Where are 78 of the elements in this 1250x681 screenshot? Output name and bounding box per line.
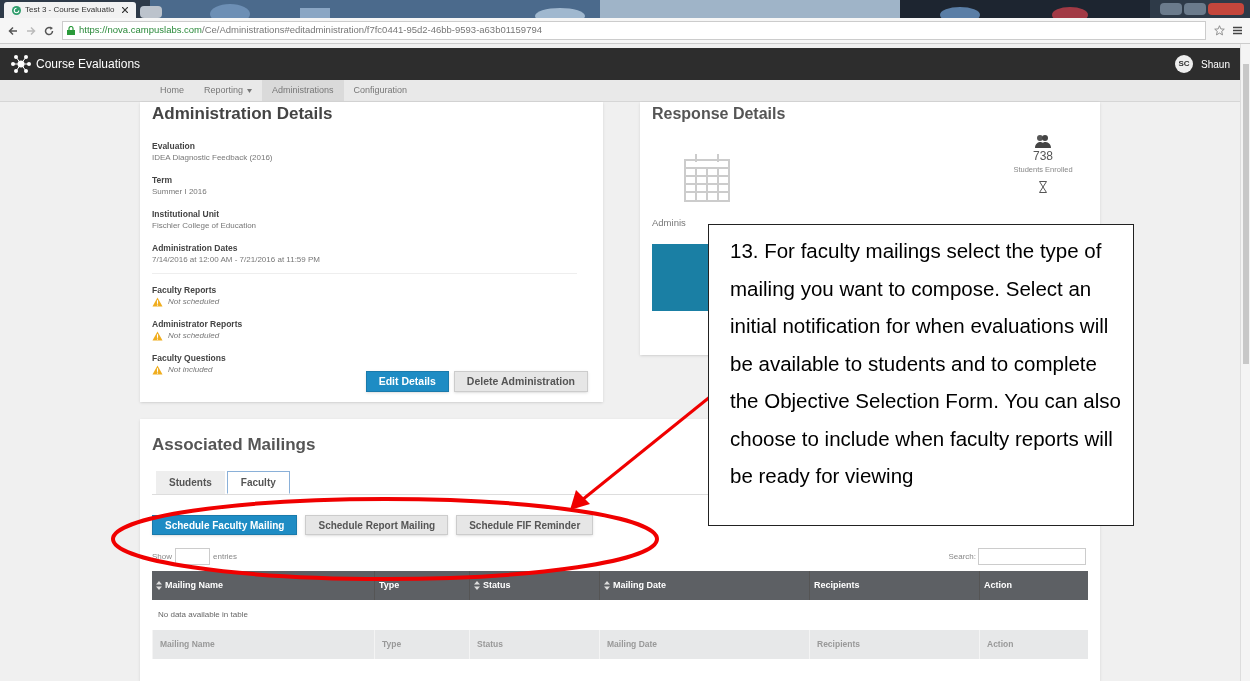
- field-label: Term: [152, 174, 174, 186]
- tab-title: Test 3 - Course Evaluatio: [25, 4, 115, 16]
- warning-icon: [152, 330, 163, 341]
- app-title[interactable]: Course Evaluations: [36, 55, 141, 73]
- field-label: Faculty Questions: [152, 352, 227, 364]
- enrolled-count: 738: [1033, 148, 1053, 164]
- status-value: Not included: [168, 364, 213, 375]
- reload-icon[interactable]: [44, 25, 54, 36]
- tab[interactable]: Students: [156, 471, 225, 494]
- footer-cell: Mailing Name: [152, 630, 374, 659]
- address-field[interactable]: https://nova.campuslabs.com/Ce/Administrations#editadministration/f7fc0441-95d2-46bb-9593-a63b01159794: [62, 21, 1206, 40]
- footer-cell: Recipients: [809, 630, 979, 659]
- nav-tab[interactable]: Home: [150, 80, 194, 101]
- date-label: Adminis: [652, 216, 686, 230]
- menu-icon[interactable]: [1233, 26, 1242, 35]
- action-button[interactable]: Edit Details: [365, 371, 449, 392]
- forward-icon[interactable]: [26, 25, 36, 36]
- star-icon[interactable]: [1214, 25, 1225, 36]
- action-button[interactable]: Schedule Report Mailing: [305, 515, 449, 535]
- entries-label: entries: [213, 550, 238, 563]
- empty-message: No data available in table: [158, 609, 248, 621]
- column-header[interactable]: Mailing Date: [599, 571, 809, 600]
- field-value: Fischler College of Education: [152, 220, 258, 231]
- field-label: Administration Dates: [152, 242, 239, 254]
- action-button[interactable]: Schedule Faculty Mailing: [152, 515, 298, 535]
- sort-icon: [156, 581, 162, 590]
- nav-tab[interactable]: Administrations: [262, 80, 344, 101]
- lock-icon: [67, 26, 75, 35]
- column-header[interactable]: Status: [469, 571, 599, 600]
- card-title: Response Details: [652, 104, 787, 124]
- entries-select[interactable]: [175, 548, 210, 565]
- action-button[interactable]: Schedule FIF Reminder: [456, 515, 594, 535]
- column-header[interactable]: Mailing Name: [152, 571, 374, 600]
- field-value: 7/14/2016 at 12:00 AM - 7/21/2016 at 11:59 PM: [152, 254, 321, 265]
- footer-cell: Mailing Date: [599, 630, 809, 659]
- warning-icon: [152, 296, 163, 307]
- action-button[interactable]: Delete Administration: [453, 371, 588, 392]
- users-icon: [1035, 134, 1051, 148]
- nav-tab[interactable]: Reporting: [194, 80, 263, 101]
- column-header[interactable]: Recipients: [809, 571, 979, 600]
- field-label: Faculty Reports: [152, 284, 218, 296]
- caret-icon: [247, 88, 253, 93]
- tab[interactable]: Faculty: [226, 471, 290, 494]
- avatar[interactable]: SC: [1175, 55, 1194, 73]
- nav-tab[interactable]: Configuration: [343, 80, 418, 101]
- field-value: IDEA Diagnostic Feedback (2016): [152, 152, 274, 163]
- footer-cell: Action: [979, 630, 1088, 659]
- hourglass-icon: [1039, 181, 1047, 194]
- field-label: Evaluation: [152, 140, 196, 152]
- callout-text: 13. For faculty mailings select the type of mailing you want to compose. Select an initial notification for when evaluations will be available to students and to complete the Objective Selection Form. You can also choose to include when faculty reports will be ready for viewing: [730, 238, 1121, 489]
- close-icon[interactable]: [122, 7, 128, 13]
- search-label: Search:: [948, 550, 976, 563]
- close-button[interactable]: [1208, 3, 1244, 15]
- field-label: Administrator Reports: [152, 318, 244, 330]
- back-icon[interactable]: [8, 25, 18, 36]
- refresh-icon: [12, 5, 21, 15]
- minimize-button[interactable]: [1160, 3, 1182, 15]
- status-value: Not scheduled: [168, 296, 220, 307]
- maximize-button[interactable]: [1184, 3, 1206, 15]
- sort-icon: [604, 581, 610, 590]
- warning-icon: [152, 364, 163, 375]
- calendar-icon: [684, 152, 730, 202]
- search-field[interactable]: [978, 548, 1086, 565]
- field-value: Summer I 2016: [152, 186, 208, 197]
- field-label: Institutional Unit: [152, 208, 221, 220]
- url-text: https://nova.campuslabs.com/Ce/Administrations#editadministration/f7fc0441-95d2-46bb-9593-a63b01159794: [79, 23, 542, 38]
- new-tab-button[interactable]: [140, 6, 162, 18]
- logo-icon: [10, 54, 32, 74]
- sort-icon: [474, 581, 480, 590]
- browser-tab[interactable]: Test 3 - Course Evaluatio: [4, 2, 136, 18]
- card-title: Administration Details: [152, 103, 334, 125]
- status-value: Not scheduled: [168, 330, 220, 341]
- card-title: Associated Mailings: [152, 434, 316, 456]
- footer-cell: Type: [374, 630, 469, 659]
- column-header[interactable]: Action: [979, 571, 1088, 600]
- user-name[interactable]: Shaun: [1201, 56, 1230, 72]
- footer-cell: Status: [469, 630, 599, 659]
- show-label: Show: [152, 550, 172, 563]
